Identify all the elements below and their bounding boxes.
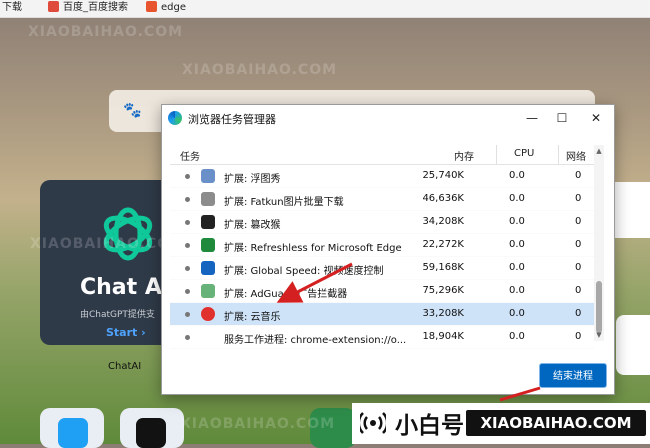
edge-bookmark-icon xyxy=(146,1,157,12)
task-memory: 33,208K xyxy=(422,308,464,319)
tile-start-link[interactable]: Start › xyxy=(106,326,146,339)
task-list: 扩展: 浮图秀 25,740K 0.0 0 扩展: Fatkun图片批量下载 46,636… xyxy=(170,165,594,349)
bookmark-item[interactable]: 百度_百度搜索 xyxy=(48,1,128,15)
task-network: 0 xyxy=(575,239,582,250)
task-name: 服务工作进程: chrome-extension://o... xyxy=(224,335,407,346)
extension-icon xyxy=(201,261,215,275)
task-memory: 34,208K xyxy=(422,216,464,227)
bookmark-item[interactable]: 下载 xyxy=(2,1,22,15)
bookmark-item[interactable]: edge xyxy=(146,1,186,15)
scrollbar-thumb[interactable] xyxy=(596,281,602,333)
task-network: 0 xyxy=(575,331,582,342)
brand-name: 小白号 xyxy=(395,413,464,439)
broadcast-icon xyxy=(360,412,386,434)
column-header-memory[interactable]: 内存 xyxy=(454,148,474,163)
brand-url: XIAOBAIHAO.COM xyxy=(466,410,646,436)
task-name: 扩展: 浮图秀 xyxy=(224,174,281,185)
table-header: 任务 内存 CPU 网络 xyxy=(170,145,594,165)
chatgpt-logo-icon xyxy=(103,207,153,261)
task-memory: 46,636K xyxy=(422,193,464,204)
minimize-button[interactable]: — xyxy=(522,109,542,127)
app-tile[interactable] xyxy=(40,408,104,448)
column-header-cpu[interactable]: CPU xyxy=(514,148,534,159)
bookmarks-bar: 下载 百度_百度搜索 edge xyxy=(0,0,650,18)
watermark: XIAOBAIHAO.COM xyxy=(180,416,336,432)
column-divider[interactable] xyxy=(496,145,497,165)
scroll-up-icon[interactable]: ▲ xyxy=(594,147,604,155)
tile-subtitle: 由ChatGPT提供支 xyxy=(80,310,155,320)
close-button[interactable]: ✕ xyxy=(586,109,606,127)
title-bar[interactable]: 浏览器任务管理器 — ☐ ✕ xyxy=(162,105,614,132)
bullet-icon xyxy=(185,243,190,248)
side-panel xyxy=(616,315,650,375)
column-header-network[interactable]: 网络 xyxy=(566,148,586,163)
table-row[interactable]: 扩展: 篡改猴 34,208K 0.0 0 xyxy=(170,211,594,234)
task-network: 0 xyxy=(575,262,582,273)
vertical-scrollbar[interactable]: ▲ ▼ xyxy=(594,145,604,341)
task-name: 扩展: AdGuard 广告拦截器 xyxy=(224,289,348,300)
bullet-icon xyxy=(185,197,190,202)
task-cpu: 0.0 xyxy=(509,262,525,273)
task-memory: 75,296K xyxy=(422,285,464,296)
task-name: 扩展: Refreshless for Microsoft Edge xyxy=(224,243,402,254)
bullet-icon xyxy=(185,220,190,225)
task-manager-window: 浏览器任务管理器 — ☐ ✕ 任务 内存 CPU 网络 扩展: 浮图秀 25,74… xyxy=(161,104,615,395)
table-row[interactable]: 扩展: Refreshless for Microsoft Edge 22,272… xyxy=(170,234,594,257)
task-cpu: 0.0 xyxy=(509,285,525,296)
task-cpu: 0.0 xyxy=(509,193,525,204)
folder-icon xyxy=(48,1,59,12)
task-memory: 18,904K xyxy=(422,331,464,342)
task-cpu: 0.0 xyxy=(509,216,525,227)
app-tile[interactable] xyxy=(120,408,184,448)
baidu-paw-icon: 🐾 xyxy=(123,101,142,119)
task-cpu: 0.0 xyxy=(509,308,525,319)
maximize-button[interactable]: ☐ xyxy=(552,109,572,127)
task-network: 0 xyxy=(575,193,582,204)
bullet-icon xyxy=(185,312,190,317)
task-cpu: 0.0 xyxy=(509,239,525,250)
table-row[interactable]: 扩展: AdGuard 广告拦截器 75,296K 0.0 0 xyxy=(170,280,594,303)
column-header-task[interactable]: 任务 xyxy=(180,148,200,163)
window-title: 浏览器任务管理器 xyxy=(188,113,276,126)
task-memory: 25,740K xyxy=(422,170,464,181)
task-network: 0 xyxy=(575,216,582,227)
table-row[interactable]: 服务工作进程: chrome-extension://o... 18,904K 0.… xyxy=(170,326,594,349)
task-name: 扩展: 篡改猴 xyxy=(224,220,281,231)
bullet-icon xyxy=(185,174,190,179)
column-divider[interactable] xyxy=(558,145,559,165)
extension-icon xyxy=(201,215,215,229)
extension-icon xyxy=(201,307,215,321)
end-process-button[interactable]: 结束进程 xyxy=(539,363,607,388)
task-name: 扩展: 云音乐 xyxy=(224,312,281,323)
edge-icon xyxy=(168,111,182,125)
task-network: 0 xyxy=(575,170,582,181)
bullet-icon xyxy=(185,335,190,340)
watermark: XIAOBAIHAO.COM xyxy=(28,24,184,40)
watermark: XIAOBAIHAO.COM xyxy=(182,62,338,78)
table-row[interactable]: 扩展: 云音乐 33,208K 0.0 0 xyxy=(170,303,594,326)
task-name: 扩展: Fatkun图片批量下载 xyxy=(224,197,344,208)
scroll-down-icon[interactable]: ▼ xyxy=(594,331,604,339)
extension-icon xyxy=(201,284,215,298)
task-name: 扩展: Global Speed: 视频速度控制 xyxy=(224,266,384,277)
task-cpu: 0.0 xyxy=(509,331,525,342)
table-row[interactable]: 扩展: Fatkun图片批量下载 46,636K 0.0 0 xyxy=(170,188,594,211)
table-row[interactable]: 扩展: Global Speed: 视频速度控制 59,168K 0.0 0 xyxy=(170,257,594,280)
tile-title: Chat A xyxy=(80,275,162,300)
table-row[interactable]: 扩展: 浮图秀 25,740K 0.0 0 xyxy=(170,165,594,188)
bullet-icon xyxy=(185,289,190,294)
tile-name: ChatAI xyxy=(108,361,142,372)
task-memory: 22,272K xyxy=(422,239,464,250)
task-cpu: 0.0 xyxy=(509,170,525,181)
extension-icon xyxy=(201,192,215,206)
task-network: 0 xyxy=(575,285,582,296)
task-memory: 59,168K xyxy=(422,262,464,273)
task-network: 0 xyxy=(575,308,582,319)
extension-icon xyxy=(201,238,215,252)
bullet-icon xyxy=(185,266,190,271)
extension-icon xyxy=(201,169,215,183)
